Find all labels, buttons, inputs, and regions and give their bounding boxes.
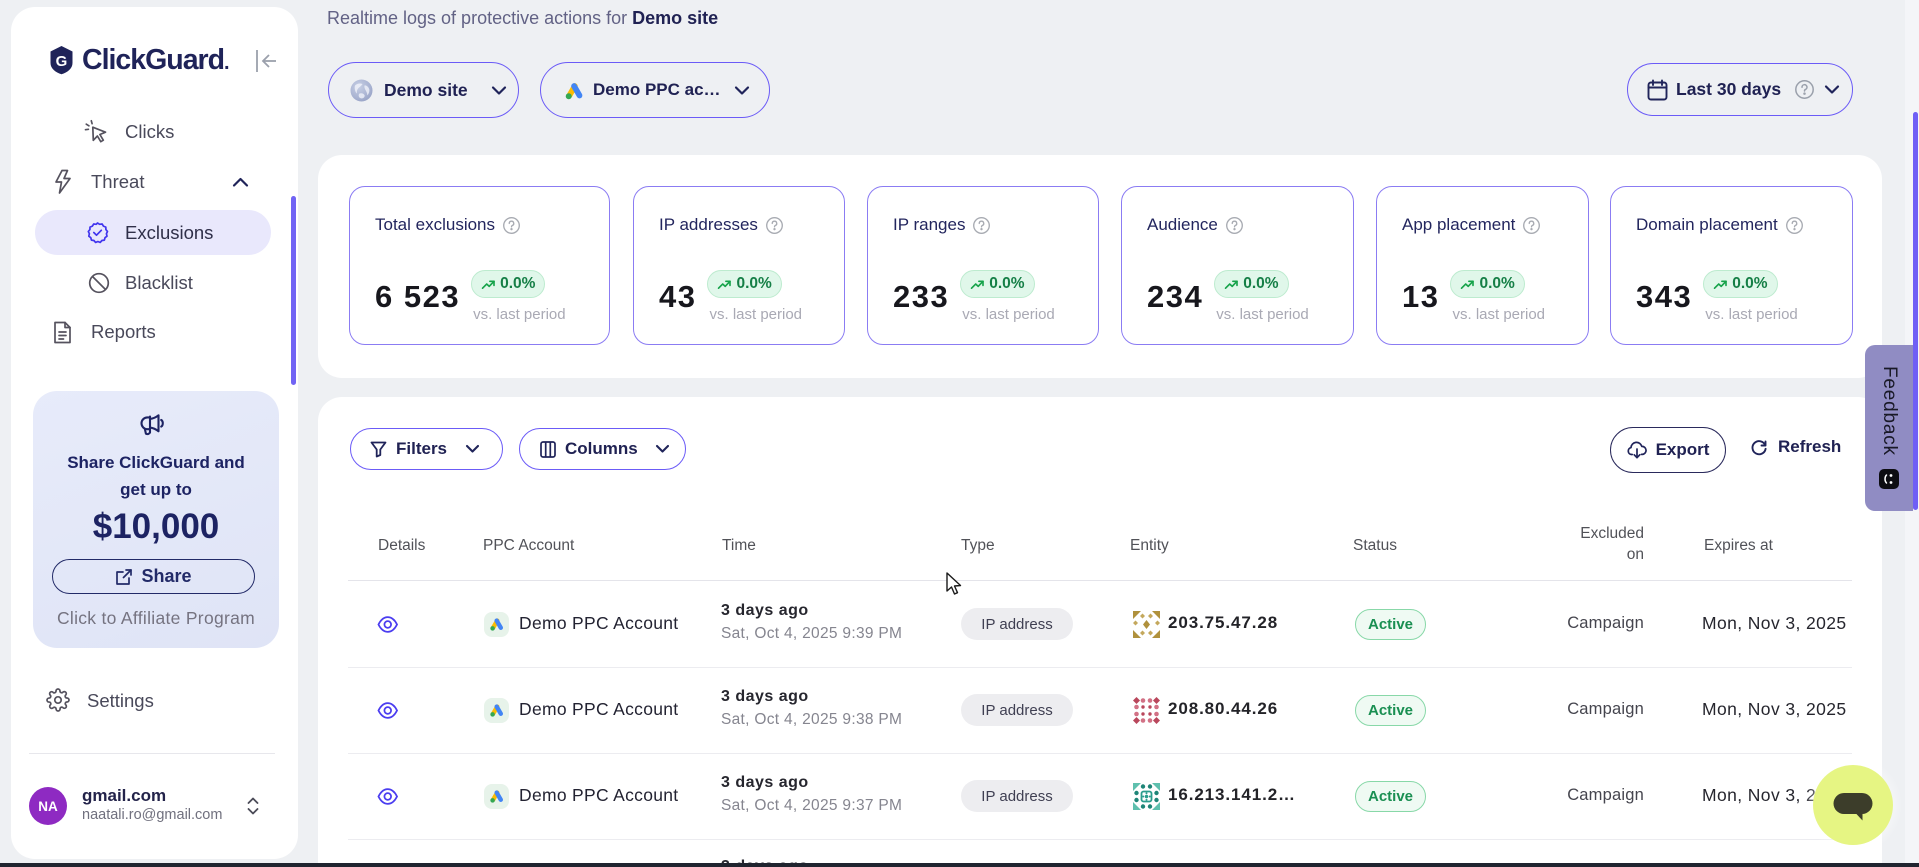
svg-text:G: G	[56, 53, 68, 70]
